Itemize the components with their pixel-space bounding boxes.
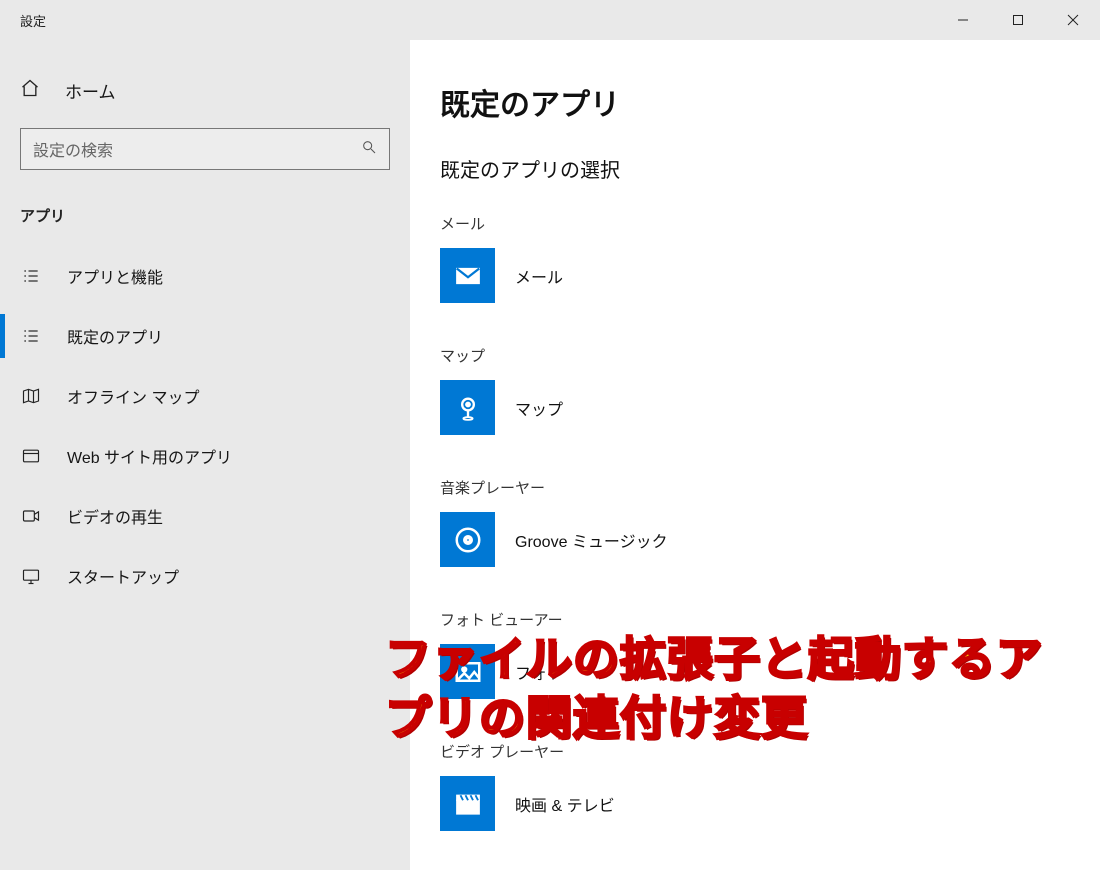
sidebar-item-default-apps[interactable]: 既定のアプリ [0,306,410,366]
sidebar-item-label: オフライン マップ [67,384,199,408]
default-app-video[interactable]: 映画 & テレビ [440,776,1100,831]
sidebar-item-label: アプリと機能 [67,264,163,288]
window-controls [935,0,1100,40]
sidebar-item-label: ビデオの再生 [67,504,163,528]
default-app-name: メール [515,264,563,288]
category-photo: フォト ビューアー フォト [440,609,1100,699]
sidebar: ホーム 設定の検索 アプリ アプリと機能 既定のアプ [0,40,410,870]
default-app-maps[interactable]: マップ [440,380,1100,435]
minimize-button[interactable] [935,0,990,40]
map-pin-icon [440,380,495,435]
category-label: フォト ビューアー [440,609,1100,630]
website-icon [20,445,42,467]
sidebar-item-label: Web サイト用のアプリ [67,444,232,468]
sidebar-item-label: 既定のアプリ [67,324,163,348]
search-container: 設定の検索 [0,113,410,190]
default-app-name: マップ [515,396,563,420]
category-label: マップ [440,345,1100,366]
default-app-name: フォト [515,660,563,684]
default-app-name: 映画 & テレビ [515,792,615,816]
movie-icon [440,776,495,831]
startup-icon [20,565,42,587]
sidebar-home-label: ホーム [65,78,116,103]
defaults-icon [20,325,42,347]
sidebar-item-website-apps[interactable]: Web サイト用のアプリ [0,426,410,486]
category-label: 音楽プレーヤー [440,477,1100,498]
default-app-photo[interactable]: フォト [440,644,1100,699]
page-title: 既定のアプリ [440,80,1100,124]
home-icon [20,78,40,103]
category-music: 音楽プレーヤー Groove ミュージック [440,477,1100,567]
groove-icon [440,512,495,567]
sidebar-item-startup[interactable]: スタートアップ [0,546,410,606]
search-input[interactable]: 設定の検索 [20,128,390,170]
main-content: 既定のアプリ 既定のアプリの選択 メール メール マップ マップ [410,40,1100,870]
sidebar-item-video-playback[interactable]: ビデオの再生 [0,486,410,546]
window-title: 設定 [20,11,46,30]
default-app-name: Groove ミュージック [515,528,668,552]
list-icon [20,265,42,287]
search-placeholder: 設定の検索 [33,137,113,161]
sidebar-section-label: アプリ [0,190,410,246]
category-label: ビデオ プレーヤー [440,741,1100,762]
search-icon [361,139,377,160]
category-label: メール [440,213,1100,234]
sidebar-item-label: スタートアップ [67,564,179,588]
window-titlebar: 設定 [0,0,1100,40]
sidebar-item-offline-maps[interactable]: オフライン マップ [0,366,410,426]
section-heading: 既定のアプリの選択 [440,154,1100,183]
sidebar-nav-list: アプリと機能 既定のアプリ オフライン マップ Web サイト用のアプリ [0,246,410,606]
video-icon [20,505,42,527]
default-app-music[interactable]: Groove ミュージック [440,512,1100,567]
default-app-mail[interactable]: メール [440,248,1100,303]
mail-icon [440,248,495,303]
category-maps: マップ マップ [440,345,1100,435]
sidebar-home[interactable]: ホーム [0,68,410,113]
map-icon [20,385,42,407]
sidebar-item-apps-features[interactable]: アプリと機能 [0,246,410,306]
maximize-button[interactable] [990,0,1045,40]
close-button[interactable] [1045,0,1100,40]
category-video: ビデオ プレーヤー 映画 & テレビ [440,741,1100,831]
photo-icon [440,644,495,699]
category-mail: メール メール [440,213,1100,303]
